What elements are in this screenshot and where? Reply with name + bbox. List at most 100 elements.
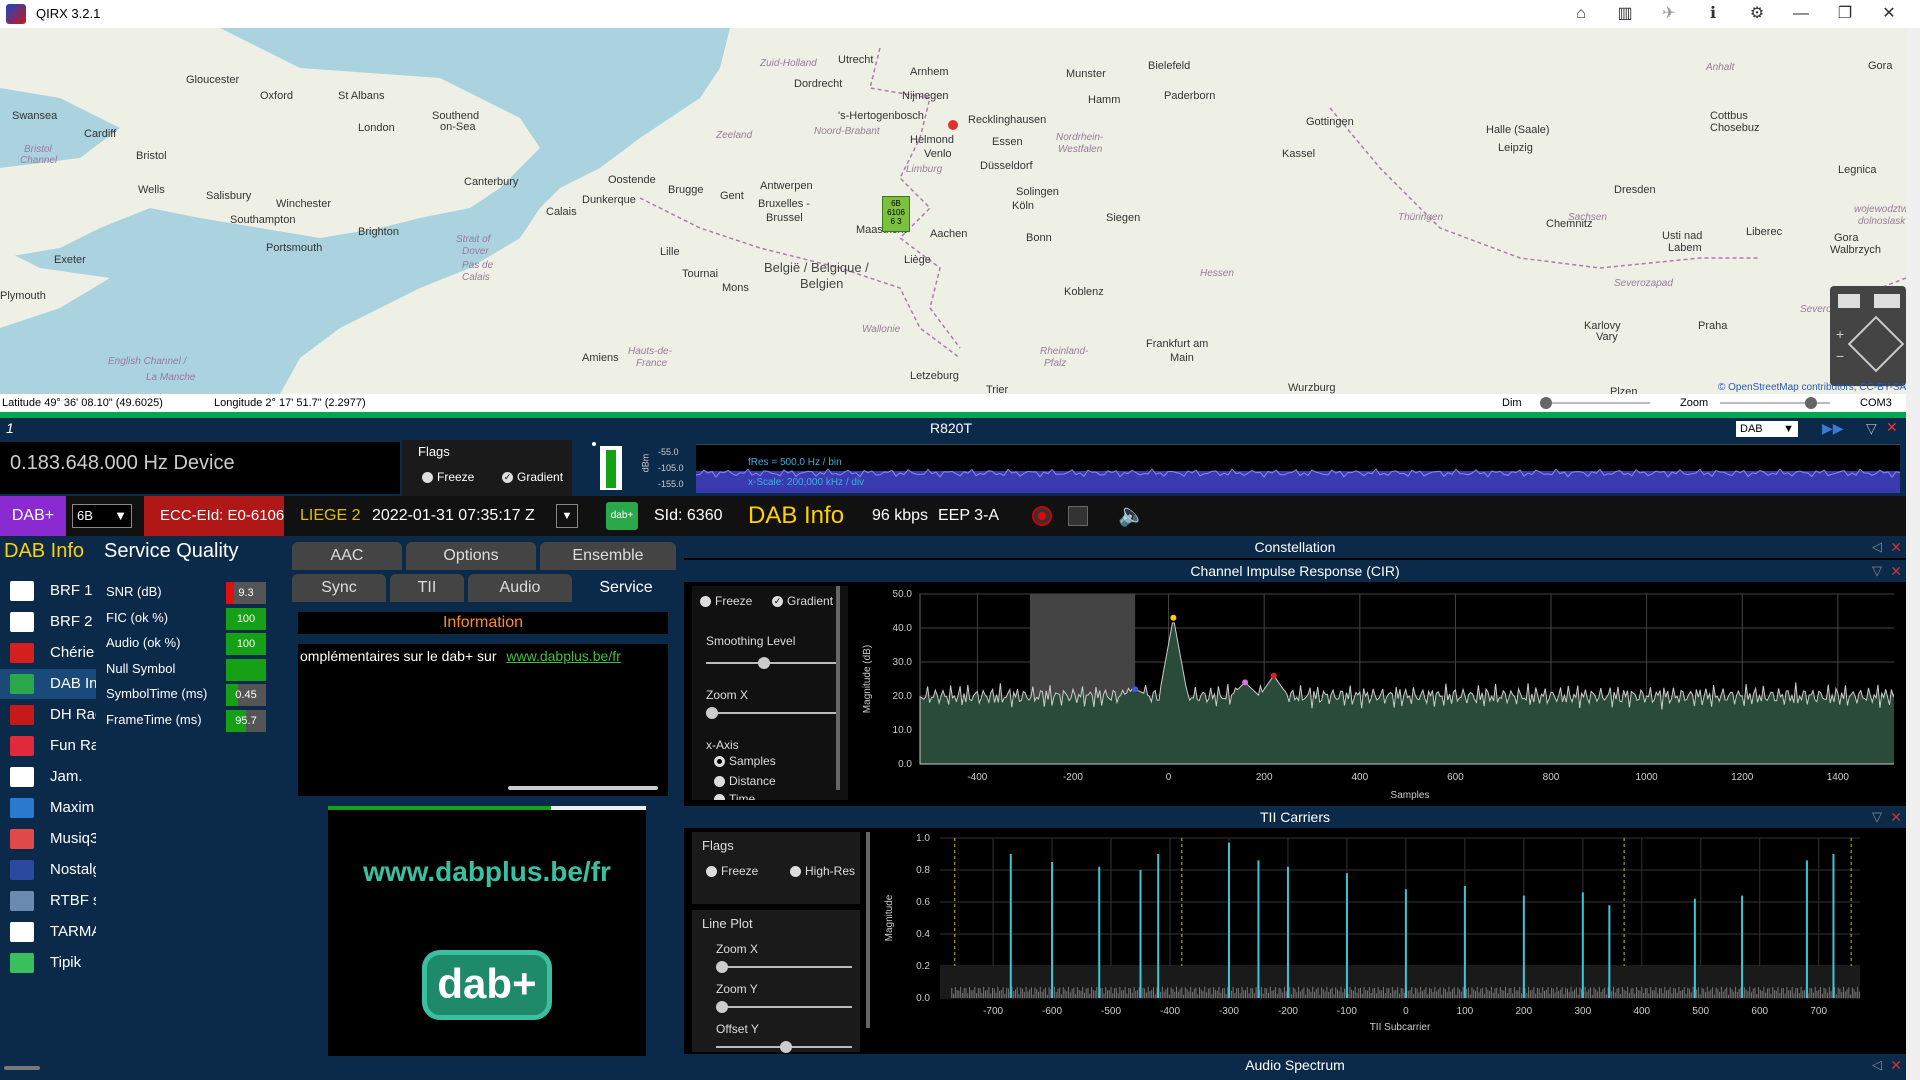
satellite-icon[interactable]: ✈ bbox=[1658, 4, 1680, 24]
zoom-out-icon[interactable]: − bbox=[1836, 348, 1844, 364]
slider-handle[interactable] bbox=[780, 1041, 792, 1053]
spectrum-plot[interactable]: fRes = 500,0 Hz / bin x-Scale: 200,000 k… bbox=[696, 444, 1900, 493]
close-panel-icon[interactable]: ✕ bbox=[1890, 536, 1902, 558]
map-icon[interactable]: ▥ bbox=[1614, 4, 1636, 24]
pan-control-icon[interactable] bbox=[1847, 315, 1905, 373]
list-item[interactable]: Musiq3 bbox=[0, 824, 96, 854]
app-logo-icon bbox=[6, 4, 26, 24]
slider-handle[interactable] bbox=[706, 707, 718, 719]
freeze-radio[interactable]: Freeze bbox=[706, 864, 758, 878]
list-item[interactable]: DH Radio bbox=[0, 700, 96, 730]
minimize-icon[interactable]: — bbox=[1790, 4, 1812, 24]
expand-icon[interactable]: ◁ bbox=[1872, 536, 1882, 558]
tii-zoomx-slider[interactable] bbox=[716, 961, 852, 973]
tii-header[interactable]: TII Carriers ▽ ✕ bbox=[684, 806, 1906, 828]
list-item[interactable]: Jam. bbox=[0, 762, 96, 792]
list-item[interactable]: Nostalgie bbox=[0, 855, 96, 885]
dropdown-button[interactable]: ▼ bbox=[556, 504, 578, 528]
spectrum-yticks: -55.0 -105.0 -155.0 bbox=[658, 444, 684, 492]
tii-offsety-slider[interactable] bbox=[716, 1041, 852, 1053]
speaker-icon[interactable]: 🔈 bbox=[1118, 502, 1145, 528]
scrollbar[interactable] bbox=[866, 832, 870, 1028]
tab-options[interactable]: Options bbox=[406, 542, 536, 570]
smoothing-slider[interactable] bbox=[706, 657, 840, 669]
close-icon[interactable]: ✕ bbox=[1878, 4, 1900, 24]
collapse-icon[interactable]: ▽ bbox=[1872, 560, 1882, 582]
stop-button[interactable] bbox=[1068, 506, 1088, 526]
list-item[interactable]: DAB Info bbox=[0, 669, 96, 699]
layer-toggle-button[interactable] bbox=[1838, 294, 1860, 308]
list-item[interactable]: BRF 2 bbox=[0, 607, 96, 637]
distance-radio[interactable]: Distance bbox=[714, 774, 776, 788]
map-place-label: Munster bbox=[1066, 68, 1106, 80]
list-item[interactable]: TARMAC bbox=[0, 917, 96, 947]
close-panel-icon[interactable]: ✕ bbox=[1890, 806, 1902, 828]
slider-handle[interactable] bbox=[1540, 397, 1552, 409]
dim-slider[interactable] bbox=[1540, 397, 1650, 409]
time-radio[interactable]: Time bbox=[714, 792, 755, 800]
slider-handle[interactable] bbox=[716, 1001, 728, 1013]
samples-radio[interactable]: Samples bbox=[714, 754, 776, 768]
home-icon[interactable]: ⌂ bbox=[1570, 4, 1592, 24]
flags-title: Flags bbox=[702, 838, 734, 853]
settings-icon[interactable]: ⚙ bbox=[1746, 4, 1768, 24]
audio-spectrum-header[interactable]: Audio Spectrum ◁ ✕ bbox=[684, 1054, 1906, 1080]
freeze-radio[interactable]: Freeze bbox=[700, 594, 752, 608]
slider-handle[interactable] bbox=[1805, 397, 1818, 409]
scrollbar[interactable] bbox=[508, 786, 658, 790]
channel-select[interactable]: 6B ▼ bbox=[72, 504, 132, 528]
transmitter-marker[interactable]: 6B 6106 6 3 bbox=[882, 196, 910, 232]
list-item[interactable]: BRF 1 bbox=[0, 576, 96, 606]
cir-header[interactable]: Channel Impulse Response (CIR) ▽ ✕ bbox=[684, 560, 1906, 582]
zoomx-slider[interactable] bbox=[706, 707, 840, 719]
freeze-radio[interactable]: Freeze bbox=[422, 470, 474, 484]
collapse-icon[interactable]: ▽ bbox=[1866, 420, 1877, 437]
close-panel-icon[interactable]: ✕ bbox=[1890, 560, 1902, 582]
zoom-in-icon[interactable]: + bbox=[1836, 326, 1844, 342]
list-item[interactable]: Chérie bbox=[0, 638, 96, 668]
list-item[interactable]: Fun Radio bbox=[0, 731, 96, 761]
map-place-label: Amiens bbox=[582, 352, 619, 364]
list-item[interactable]: Tipik bbox=[0, 948, 96, 978]
list-item[interactable]: RTBF s bbox=[0, 886, 96, 916]
location-marker[interactable] bbox=[948, 120, 958, 130]
close-panel-icon[interactable]: ✕ bbox=[1886, 419, 1898, 436]
gradient-checkbox[interactable]: ✓ Gradient bbox=[502, 470, 563, 484]
close-panel-icon[interactable]: ✕ bbox=[1890, 1054, 1902, 1076]
tii-chart[interactable]: 0.0 0.2 0.4 0.6 0.8 1.0 -700 -600 -500 -400 -300 -2… bbox=[874, 828, 1894, 1048]
list-item[interactable]: Maxim bbox=[0, 793, 96, 823]
tab-ensemble[interactable]: Ensemble bbox=[540, 542, 676, 570]
info-icon[interactable]: ℹ bbox=[1702, 4, 1724, 24]
scrollbar[interactable] bbox=[4, 1066, 40, 1070]
quality-row: FIC (ok %) 100 bbox=[106, 606, 276, 630]
tab-audio[interactable]: Audio bbox=[468, 574, 572, 602]
map-attribution[interactable]: © OpenStreetMap contributors, CC-BY-SA bbox=[1718, 382, 1906, 393]
window-scrollbar[interactable] bbox=[1906, 28, 1920, 1080]
highres-radio[interactable]: High-Res bbox=[790, 864, 855, 878]
map-view[interactable]: Gloucester Oxford St Albans Swansea Cardiff L… bbox=[0, 28, 1906, 394]
info-link[interactable]: www.dabplus.be/fr bbox=[506, 648, 620, 664]
record-button[interactable] bbox=[1032, 506, 1052, 526]
tii-zoomy-slider[interactable] bbox=[716, 1001, 852, 1013]
map-controls[interactable]: + − bbox=[1830, 286, 1906, 386]
map-place-label: Koblenz bbox=[1064, 286, 1104, 298]
tab-service[interactable]: Service bbox=[576, 574, 676, 602]
layer-toggle-button[interactable] bbox=[1874, 294, 1900, 308]
play-icon[interactable]: ▶▶ bbox=[1822, 420, 1844, 437]
slider-handle[interactable] bbox=[758, 657, 770, 669]
scrollbar[interactable] bbox=[836, 586, 840, 790]
cir-chart[interactable]: 0.0 10.0 20.0 30.0 40.0 50.0 -400 -200 0 200 400 60… bbox=[854, 584, 1894, 808]
tab-sync[interactable]: Sync bbox=[292, 574, 386, 602]
gradient-label: Gradient bbox=[517, 470, 564, 484]
slider-handle[interactable] bbox=[716, 961, 728, 973]
tab-aac[interactable]: AAC bbox=[292, 542, 402, 570]
tab-tii[interactable]: TII bbox=[390, 574, 464, 602]
maximize-icon[interactable]: ❐ bbox=[1834, 4, 1856, 24]
collapse-icon[interactable]: ▽ bbox=[1872, 806, 1882, 828]
mode-select[interactable]: DAB ▼ bbox=[1736, 421, 1798, 437]
constellation-header[interactable]: Constellation ◁ ✕ bbox=[684, 536, 1906, 558]
gradient-checkbox[interactable]: ✓ Gradient bbox=[772, 594, 833, 608]
expand-icon[interactable]: ◁ bbox=[1872, 1054, 1882, 1076]
zoom-slider[interactable] bbox=[1720, 397, 1830, 409]
x-tick-label: -200 bbox=[1063, 772, 1083, 783]
